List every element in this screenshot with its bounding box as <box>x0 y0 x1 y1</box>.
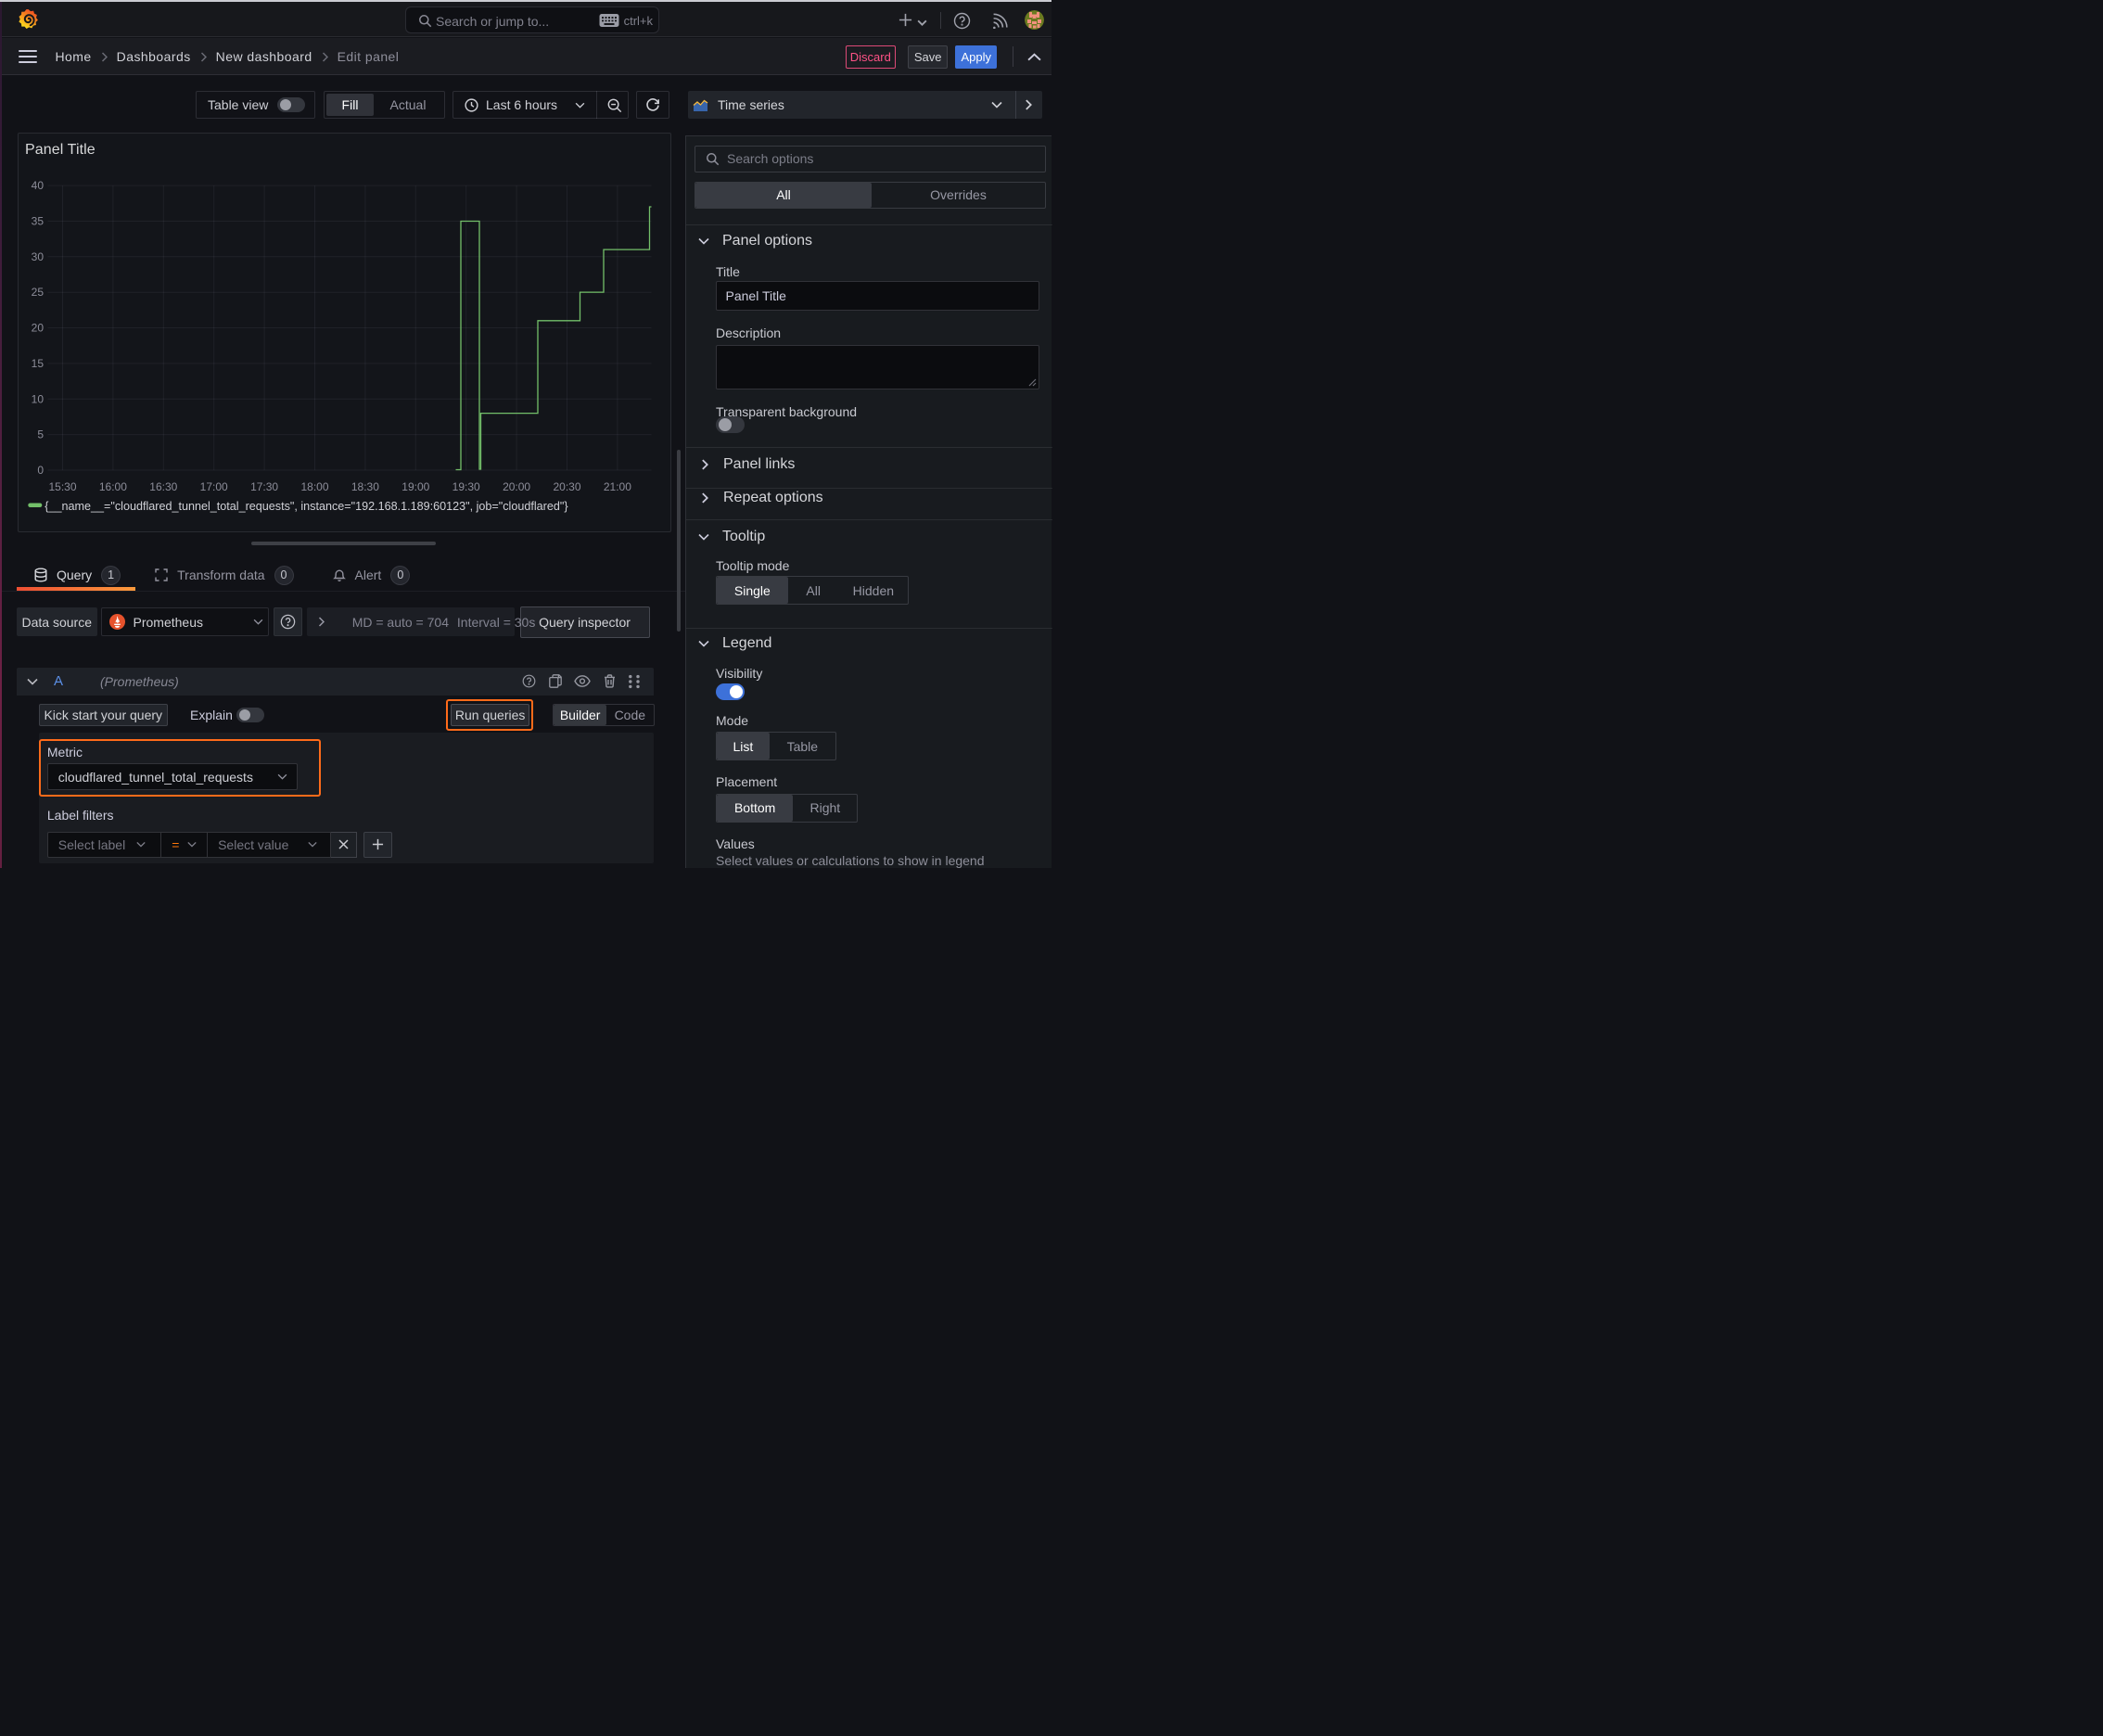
svg-text:19:00: 19:00 <box>401 480 429 493</box>
svg-text:17:00: 17:00 <box>200 480 228 493</box>
svg-text:35: 35 <box>32 215 45 228</box>
svg-text:16:30: 16:30 <box>149 480 177 493</box>
svg-text:18:30: 18:30 <box>351 480 379 493</box>
svg-text:21:00: 21:00 <box>604 480 631 493</box>
svg-text:40: 40 <box>32 179 45 192</box>
svg-text:16:00: 16:00 <box>99 480 127 493</box>
svg-text:19:30: 19:30 <box>452 480 480 493</box>
svg-text:30: 30 <box>32 250 45 263</box>
svg-text:20: 20 <box>32 322 45 335</box>
svg-text:18:00: 18:00 <box>300 480 328 493</box>
svg-text:15: 15 <box>32 357 45 370</box>
svg-text:25: 25 <box>32 286 45 299</box>
svg-text:20:30: 20:30 <box>553 480 580 493</box>
svg-text:20:00: 20:00 <box>503 480 530 493</box>
svg-text:5: 5 <box>37 428 44 441</box>
svg-text:{__name__="cloudflared_tunnel_: {__name__="cloudflared_tunnel_total_requ… <box>45 500 567 513</box>
svg-text:17:30: 17:30 <box>250 480 278 493</box>
svg-text:10: 10 <box>32 392 45 405</box>
svg-text:0: 0 <box>37 464 44 477</box>
svg-text:15:30: 15:30 <box>48 480 76 493</box>
